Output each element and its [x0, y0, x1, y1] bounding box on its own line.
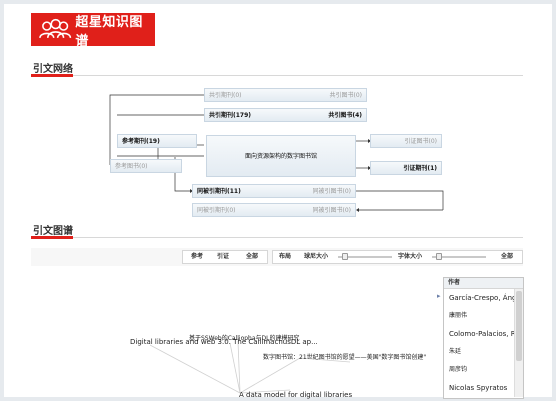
author-item[interactable]: Colomo-Palacios, R: [444, 325, 523, 343]
author-item[interactable]: 朱廷: [444, 343, 523, 361]
scrollbar-thumb[interactable]: [516, 291, 522, 361]
graph-node-label[interactable]: A data model for digital libraries: [239, 391, 352, 399]
author-item[interactable]: 周彦钧: [444, 361, 523, 379]
author-item[interactable]: Nicolas Spyratos: [444, 379, 523, 397]
collapse-arrow-icon[interactable]: ▸: [437, 292, 441, 300]
graph-node-label[interactable]: 数字图书馆：21世纪图书馆的愿望——美国"数字图书馆创建": [263, 352, 426, 361]
author-item[interactable]: García-Crespo, Ángel: [444, 289, 523, 307]
author-item[interactable]: 康丽伟: [444, 307, 523, 325]
author-panel-header: 作者: [444, 278, 523, 289]
author-scrollbar[interactable]: [514, 289, 523, 397]
author-panel: 作者 García-Crespo, Ángel 康丽伟 Colomo-Palac…: [443, 277, 524, 399]
graph-node-label[interactable]: Digital libraries and web 3.0. The Calli…: [130, 338, 318, 346]
